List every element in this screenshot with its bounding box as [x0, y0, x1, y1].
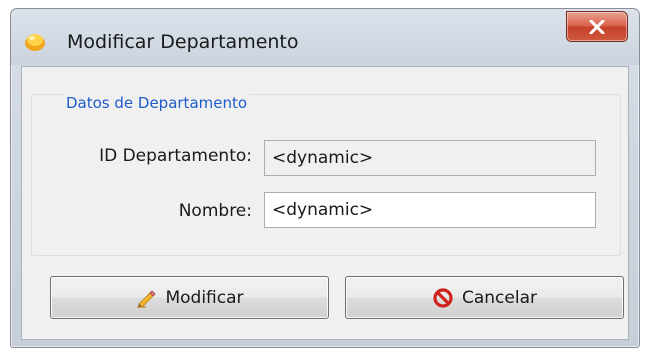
cancelar-button-label: Cancelar: [462, 287, 537, 308]
nombre-input[interactable]: <dynamic>: [264, 192, 596, 228]
cancel-icon: [432, 287, 454, 309]
nombre-label: Nombre:: [178, 201, 252, 221]
group-legend: Datos de Departamento: [64, 94, 250, 112]
pencil-icon: [135, 287, 157, 309]
modificar-button[interactable]: Modificar: [50, 276, 329, 319]
cancelar-button[interactable]: Cancelar: [345, 276, 624, 319]
modificar-button-label: Modificar: [165, 287, 244, 308]
id-departamento-label: ID Departamento:: [99, 146, 252, 166]
close-button[interactable]: [566, 11, 628, 42]
id-departamento-field: <dynamic>: [264, 140, 596, 176]
close-icon: [589, 19, 605, 34]
